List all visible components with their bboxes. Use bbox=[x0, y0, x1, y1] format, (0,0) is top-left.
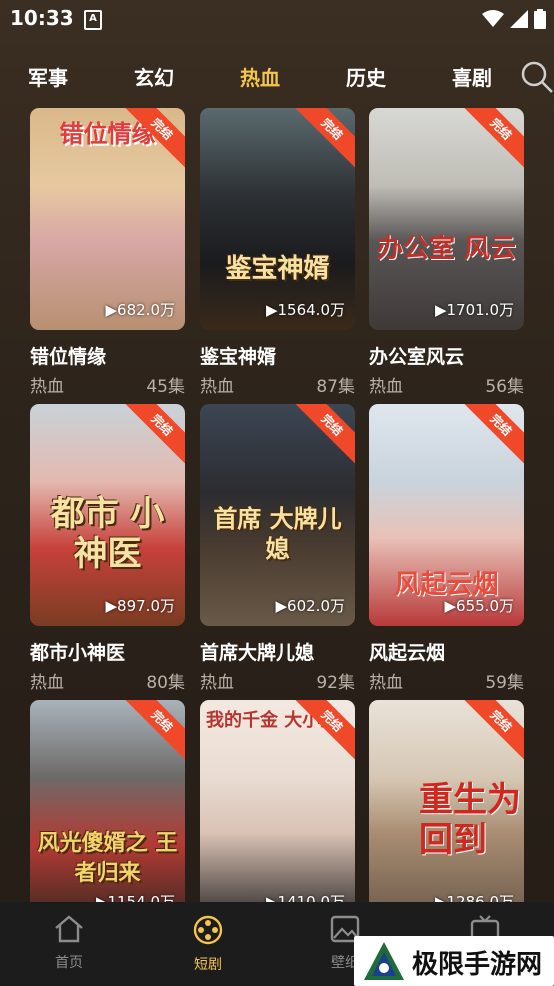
drama-title: 风起云烟 bbox=[369, 642, 446, 664]
drama-genre: 热血 bbox=[30, 377, 64, 397]
drama-title: 办公室风云 bbox=[369, 346, 465, 368]
episode-count: 59集 bbox=[485, 673, 524, 693]
nav-short-drama[interactable]: 短剧 bbox=[173, 914, 243, 974]
status-bar: 10:33 A bbox=[0, 0, 554, 40]
tab-fantasy[interactable]: 玄幻 bbox=[134, 62, 174, 91]
status-time: 10:33 bbox=[10, 6, 74, 30]
drama-card[interactable]: 错位情缘 完结 ▶682.0万 错位情缘 热血 45集 bbox=[30, 108, 185, 398]
episode-count: 56集 bbox=[485, 377, 524, 397]
poster[interactable]: 都市 小神医 完结 ▶897.0万 bbox=[30, 404, 185, 626]
play-count: ▶897.0万 bbox=[105, 597, 175, 615]
drama-title: 错位情缘 bbox=[30, 346, 107, 368]
drama-genre: 热血 bbox=[200, 673, 234, 693]
poster-title: 都市 小神医 bbox=[50, 494, 165, 574]
drama-genre: 热血 bbox=[30, 673, 64, 693]
category-tabs: 军事 玄幻 热血 历史 喜剧 bbox=[0, 56, 554, 96]
home-icon bbox=[55, 915, 83, 943]
poster[interactable]: 我的千金 大小姐 完结 ▶1410.0万 bbox=[200, 700, 355, 922]
drama-genre: 热血 bbox=[200, 377, 234, 397]
nav-label: 首页 bbox=[55, 955, 83, 971]
poster[interactable]: 风起云烟 完结 ▶655.0万 bbox=[369, 404, 524, 626]
drama-card[interactable]: 重生为 回到 完结 ▶1286.0万 bbox=[369, 700, 524, 922]
watermark-text: 极限手游网 bbox=[412, 950, 543, 980]
play-count: ▶655.0万 bbox=[444, 597, 514, 615]
drama-title: 首席大牌儿媳 bbox=[200, 642, 315, 664]
nav-label: 短剧 bbox=[194, 957, 222, 973]
poster-title: 办公室 风云 bbox=[376, 234, 517, 264]
poster[interactable]: 鉴宝神婿 完结 ▶1564.0万 bbox=[200, 108, 355, 330]
play-count: ▶1701.0万 bbox=[434, 301, 514, 319]
poster[interactable]: 错位情缘 完结 ▶682.0万 bbox=[30, 108, 185, 330]
drama-title: 鉴宝神婿 bbox=[200, 346, 277, 368]
film-reel-icon bbox=[193, 915, 223, 945]
drama-card[interactable]: 我的千金 大小姐 完结 ▶1410.0万 bbox=[200, 700, 355, 922]
poster[interactable]: 重生为 回到 完结 ▶1286.0万 bbox=[369, 700, 524, 922]
app-notification-icon: A bbox=[84, 10, 102, 30]
drama-card[interactable]: 都市 小神医 完结 ▶897.0万 都市小神医 热血 80集 bbox=[30, 404, 185, 694]
poster-title: 重生为 回到 bbox=[419, 780, 521, 860]
nav-home[interactable]: 首页 bbox=[34, 914, 104, 972]
watermark-emblem-icon bbox=[364, 942, 404, 980]
drama-card[interactable]: 风光傻婿之 王者归来 完结 ▶1154.0万 bbox=[30, 700, 185, 922]
drama-card[interactable]: 办公室 风云 完结 ▶1701.0万 办公室风云 热血 56集 bbox=[369, 108, 524, 398]
drama-genre: 热血 bbox=[369, 673, 403, 693]
drama-title: 都市小神医 bbox=[30, 642, 126, 664]
episode-count: 45集 bbox=[146, 377, 185, 397]
tab-military[interactable]: 军事 bbox=[28, 62, 68, 91]
drama-card[interactable]: 风起云烟 完结 ▶655.0万 风起云烟 热血 59集 bbox=[369, 404, 524, 694]
system-icons bbox=[482, 8, 546, 30]
poster-title: 首席 大牌儿媳 bbox=[213, 504, 342, 563]
poster-title: 风光傻婿之 王者归来 bbox=[37, 830, 178, 886]
episode-count: 87集 bbox=[316, 377, 355, 397]
tab-hot-blooded[interactable]: 热血 bbox=[240, 62, 280, 91]
play-count: ▶1564.0万 bbox=[265, 301, 345, 319]
watermark-logo: 极限手游网 bbox=[354, 936, 554, 986]
drama-card[interactable]: 鉴宝神婿 完结 ▶1564.0万 鉴宝神婿 热血 87集 bbox=[200, 108, 355, 398]
play-count: ▶602.0万 bbox=[275, 597, 345, 615]
poster[interactable]: 首席 大牌儿媳 完结 ▶602.0万 bbox=[200, 404, 355, 626]
poster-title: 鉴宝神婿 bbox=[225, 254, 330, 284]
episode-count: 80集 bbox=[146, 673, 185, 693]
search-icon[interactable] bbox=[520, 60, 554, 94]
signal-icon bbox=[510, 10, 528, 28]
drama-genre: 热血 bbox=[369, 377, 403, 397]
battery-icon bbox=[534, 9, 546, 29]
poster[interactable]: 风光傻婿之 王者归来 完结 ▶1154.0万 bbox=[30, 700, 185, 922]
tab-comedy[interactable]: 喜剧 bbox=[452, 62, 492, 91]
play-count: ▶682.0万 bbox=[105, 301, 175, 319]
tab-history[interactable]: 历史 bbox=[346, 62, 386, 91]
episode-count: 92集 bbox=[316, 673, 355, 693]
drama-card[interactable]: 首席 大牌儿媳 完结 ▶602.0万 首席大牌儿媳 热血 92集 bbox=[200, 404, 355, 694]
wifi-icon bbox=[482, 10, 504, 27]
poster[interactable]: 办公室 风云 完结 ▶1701.0万 bbox=[369, 108, 524, 330]
